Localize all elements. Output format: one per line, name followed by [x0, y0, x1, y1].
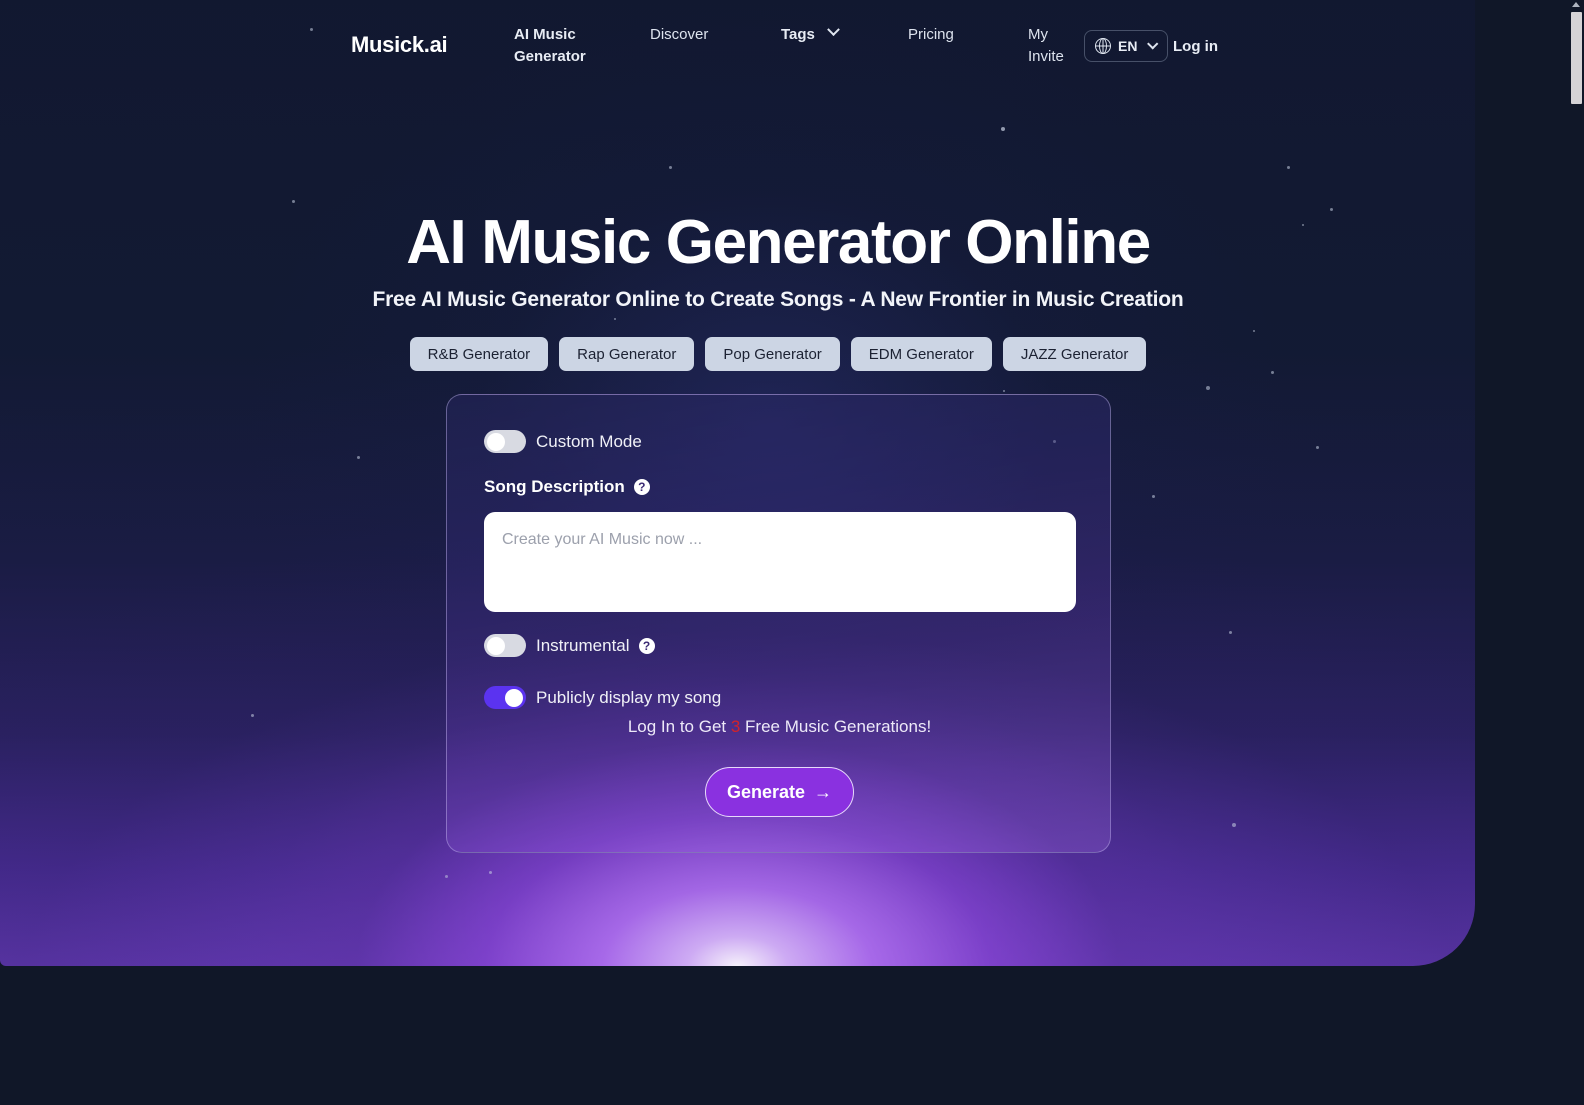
- song-description-label-group: Song Description ?: [484, 477, 650, 497]
- nav-pricing[interactable]: Pricing: [908, 24, 954, 46]
- star-dot: [1229, 631, 1232, 634]
- generator-card: Custom Mode Song Description ? Instrumen…: [446, 394, 1111, 853]
- language-label: EN: [1118, 38, 1138, 54]
- song-description-input[interactable]: [484, 512, 1076, 612]
- chip-rap-generator[interactable]: Rap Generator: [559, 337, 695, 371]
- nav-discover[interactable]: Discover: [650, 24, 708, 46]
- star-dot: [1232, 823, 1236, 827]
- help-icon[interactable]: ?: [633, 479, 650, 495]
- language-selector[interactable]: EN: [1084, 30, 1169, 62]
- star-dot: [614, 318, 616, 320]
- instrumental-toggle[interactable]: [484, 634, 526, 657]
- scrollbar-thumb[interactable]: [1571, 12, 1582, 104]
- page-root: Musick.ai AI Music Generator Discover Ta…: [0, 0, 1568, 1105]
- star-dot: [357, 456, 360, 459]
- toggle-knob: [505, 688, 523, 707]
- star-dot: [669, 166, 672, 169]
- login-note-suffix: Free Music Generations!: [740, 717, 932, 736]
- custom-mode-label: Custom Mode: [536, 431, 642, 451]
- nav-ai-music-generator[interactable]: AI Music Generator: [514, 24, 592, 68]
- star-dot: [251, 714, 254, 717]
- chip-pop-generator[interactable]: Pop Generator: [705, 337, 840, 371]
- vertical-scrollbar[interactable]: [1568, 0, 1584, 1105]
- toggle-knob: [486, 432, 505, 451]
- star-dot: [445, 875, 448, 878]
- song-description-label: Song Description: [484, 477, 625, 496]
- top-navbar: Musick.ai AI Music Generator Discover Ta…: [0, 0, 1568, 88]
- scroll-up-arrow-icon[interactable]: [1572, 2, 1580, 7]
- star-dot: [1001, 127, 1005, 131]
- star-dot: [489, 871, 492, 874]
- star-dot: [1206, 386, 1210, 390]
- login-promo-note[interactable]: Log In to Get 3 Free Music Generations!: [447, 717, 1112, 737]
- nav-tags[interactable]: Tags: [781, 23, 840, 46]
- star-dot: [292, 200, 295, 203]
- login-button[interactable]: Log in: [1173, 38, 1218, 55]
- generate-button[interactable]: Generate →: [705, 767, 854, 817]
- star-dot: [1287, 166, 1290, 169]
- public-display-row[interactable]: Publicly display my song: [484, 686, 721, 709]
- chevron-down-icon: [827, 23, 840, 37]
- arrow-right-icon: →: [814, 781, 833, 802]
- toggle-knob: [486, 636, 505, 655]
- brand-logo[interactable]: Musick.ai: [351, 32, 448, 58]
- chip-edm-generator[interactable]: EDM Generator: [850, 337, 992, 371]
- nav-my-invite[interactable]: My Invite: [1028, 24, 1086, 68]
- custom-mode-row[interactable]: Custom Mode: [484, 430, 642, 453]
- help-icon[interactable]: ?: [638, 637, 655, 654]
- instrumental-row[interactable]: Instrumental ?: [484, 634, 655, 657]
- nav-tags-label: Tags: [781, 26, 815, 43]
- custom-mode-toggle[interactable]: [484, 430, 526, 453]
- globe-icon: [1095, 37, 1111, 54]
- login-note-prefix: Log In to Get: [627, 717, 731, 736]
- free-generation-count: 3: [730, 717, 741, 736]
- page-title: AI Music Generator Online: [406, 208, 1151, 277]
- chevron-down-icon: [1147, 38, 1159, 50]
- star-dot: [1271, 371, 1274, 374]
- star-dot: [1316, 446, 1319, 449]
- star-dot: [1003, 390, 1005, 392]
- public-display-label: Publicly display my song: [536, 687, 722, 707]
- star-dot: [1152, 495, 1155, 498]
- genre-chip-list: R&B Generator Rap Generator Pop Generato…: [0, 337, 1556, 371]
- public-display-toggle[interactable]: [484, 686, 526, 709]
- generate-button-label: Generate: [726, 781, 806, 802]
- instrumental-label: Instrumental: [536, 635, 630, 655]
- page-subtitle: Free AI Music Generator Online to Create…: [372, 288, 1184, 311]
- chip-rnb-generator[interactable]: R&B Generator: [409, 337, 549, 371]
- star-dot: [1253, 330, 1255, 332]
- chip-jazz-generator[interactable]: JAZZ Generator: [1002, 337, 1147, 371]
